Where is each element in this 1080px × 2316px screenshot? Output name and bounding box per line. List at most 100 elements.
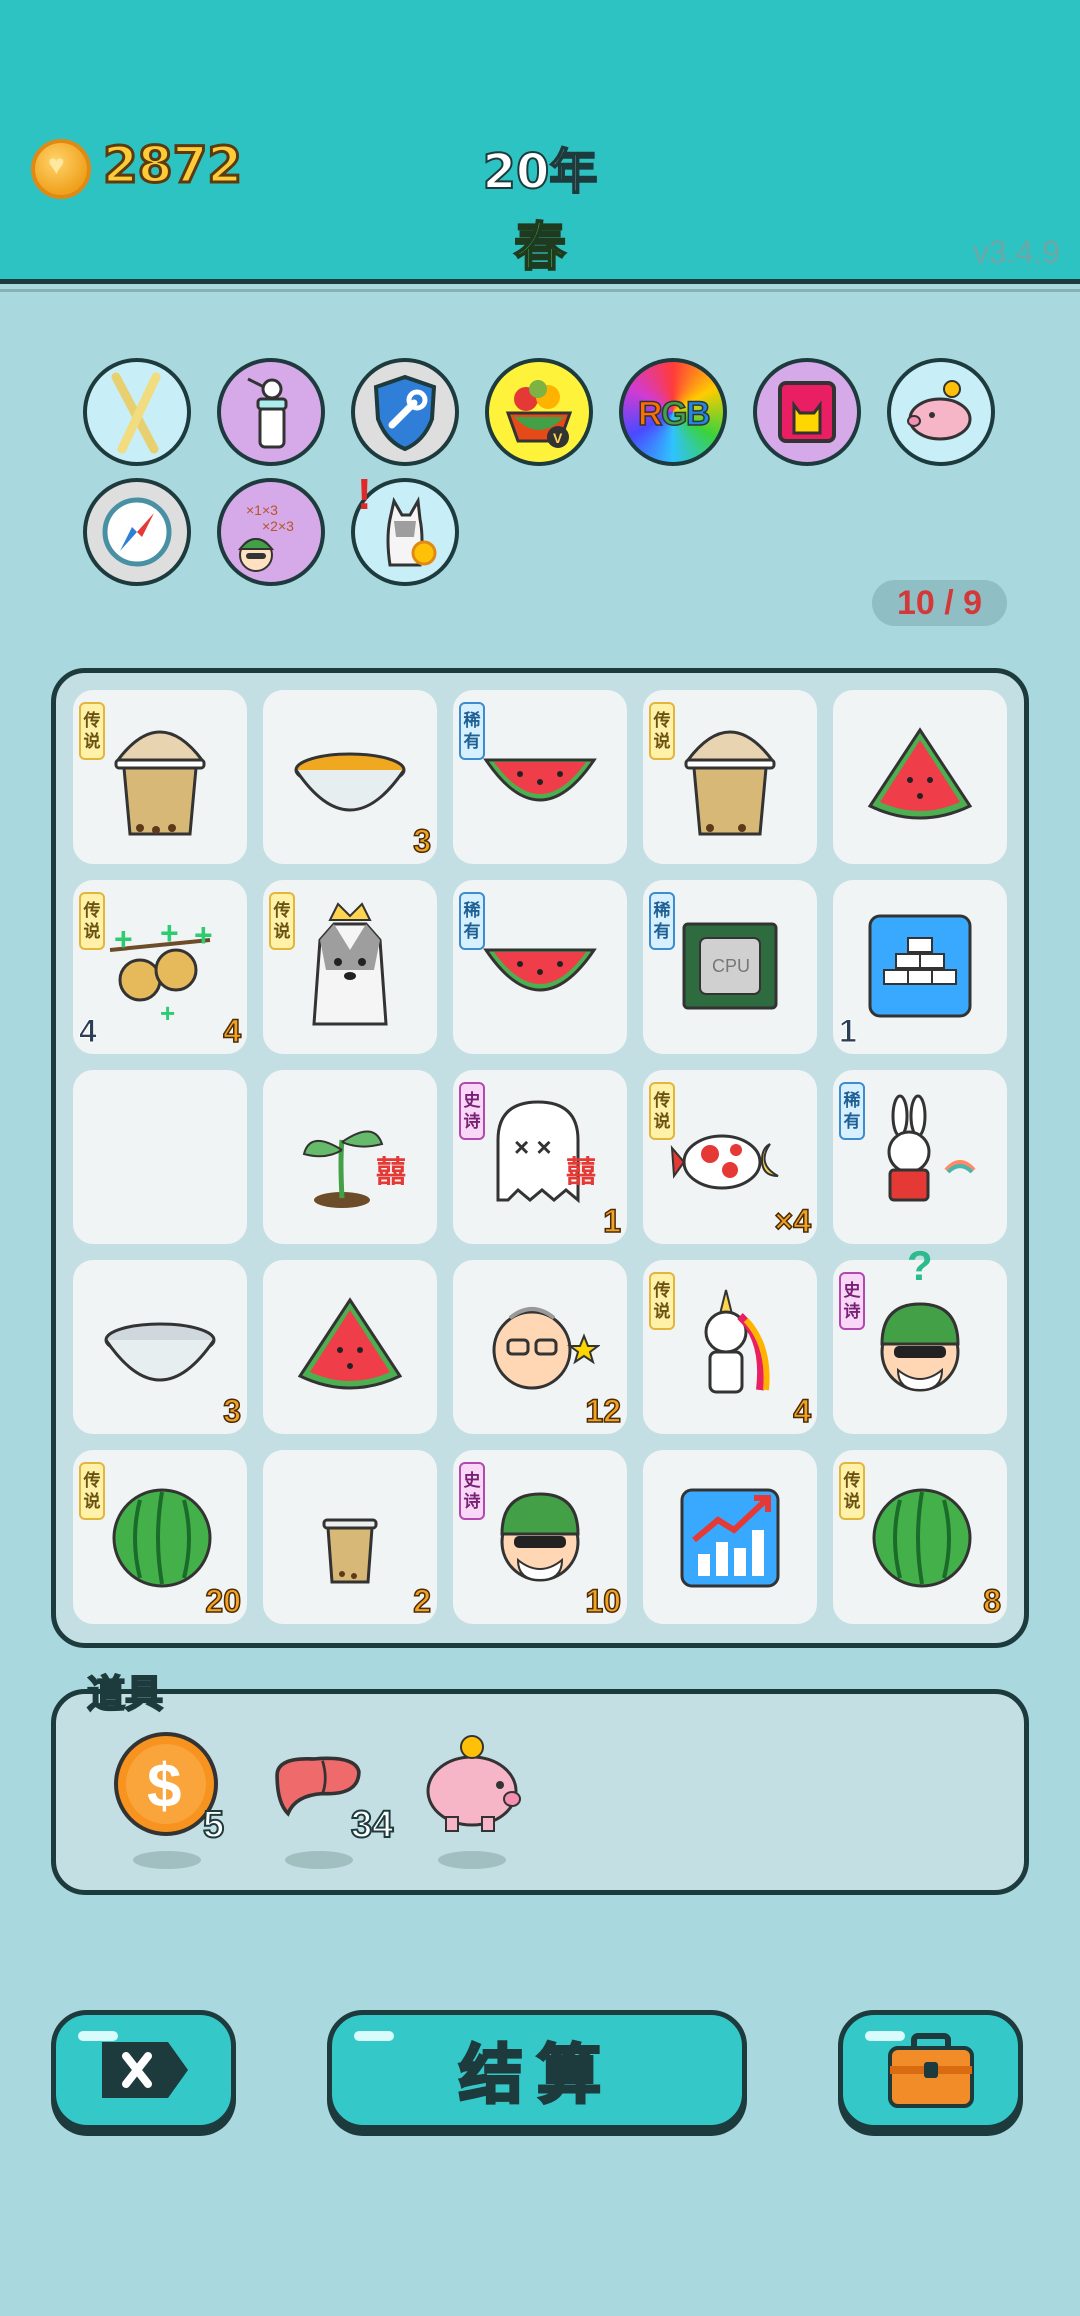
alert-icon: ! (357, 470, 372, 519)
svg-text:G: G (661, 395, 687, 433)
items-title: 道具 (86, 1671, 164, 1717)
item-shadow (438, 1851, 506, 1869)
svg-text:B: B (686, 395, 711, 433)
button-highlight (354, 2031, 394, 2041)
item-count: 12 (585, 1392, 622, 1430)
grid-cell[interactable]: 稀有 (453, 880, 627, 1054)
close-icon (101, 2042, 188, 2098)
svg-text:×1×3: ×1×3 (246, 502, 278, 518)
coin-count: 2872 (101, 135, 243, 196)
growth-chart-icon (680, 1488, 780, 1588)
ghost-icon: × × 囍 (496, 1100, 596, 1204)
husky-king-icon (312, 902, 388, 1026)
item-count: 4 (792, 1392, 811, 1430)
cpu-chip-icon: CPU (682, 922, 778, 1010)
grid-cell[interactable]: 3 (263, 690, 437, 864)
grid-cell[interactable]: 传说 + + + + 4 4 (73, 880, 247, 1054)
grid-cell[interactable]: 囍 (263, 1070, 437, 1244)
item-shadow (285, 1851, 353, 1869)
watermelon-slice-icon (483, 948, 597, 992)
item-count: ×4 (774, 1202, 812, 1240)
grid-cell[interactable]: 2 (263, 1450, 437, 1624)
happy-char: 囍 (376, 1155, 406, 1190)
briefcase-icon (887, 2033, 974, 2108)
grid-cell[interactable]: 12 (453, 1260, 627, 1434)
svg-text:× ×: × × (514, 1132, 552, 1162)
top-bar: 2872 20年 春 v3.4.9 (0, 0, 1080, 284)
grid-cell[interactable]: 传说 ×4 (643, 1070, 817, 1244)
grid-cell[interactable]: 传说 (643, 690, 817, 864)
svg-text:V: V (553, 430, 563, 446)
grid-cell[interactable]: 传说 20 (73, 1450, 247, 1624)
piggy-bank-icon[interactable] (887, 358, 995, 466)
compass-icon[interactable] (83, 478, 191, 586)
grid-cell[interactable]: 史诗 × × 囍 1 (453, 1070, 627, 1244)
happy-char: 囍 (566, 1155, 596, 1190)
chopsticks-icon[interactable] (83, 358, 191, 466)
svg-text:+: + (160, 998, 175, 1028)
question-mark-icon: ? (907, 1242, 933, 1289)
baby-bottle-icon[interactable] (217, 358, 325, 466)
button-highlight (78, 2031, 118, 2041)
grid-cell[interactable]: 稀有 (833, 1070, 1007, 1244)
grid-cell[interactable]: 史诗 10 (453, 1450, 627, 1624)
honey-bowl-icon (294, 752, 406, 812)
whole-watermelon-icon (872, 1488, 972, 1588)
milk-tea-icon (114, 730, 206, 836)
old-man-icon (492, 1307, 600, 1390)
grid-cell[interactable]: 传说 (263, 880, 437, 1054)
watermelon-slice-icon (297, 1297, 403, 1390)
item-shadow (133, 1851, 201, 1869)
milk-tea-icon (684, 730, 776, 836)
grid-cell[interactable]: 传说 8 (833, 1450, 1007, 1624)
watermelon-slice-icon (483, 758, 597, 802)
clover-fruit-icon: + + + + (109, 915, 213, 1028)
version-label: v3.4.9 (972, 234, 1060, 270)
cat-frame-icon[interactable] (753, 358, 861, 466)
grid-cell[interactable]: 3 (73, 1260, 247, 1434)
item-count: 34 (350, 1803, 394, 1847)
unicorn-icon (704, 1289, 770, 1394)
svg-text:+: + (194, 917, 213, 953)
grid-cell[interactable]: 稀有 CPU (643, 880, 817, 1054)
item-count: 10 (585, 1582, 622, 1620)
empty-bowl-icon (104, 1322, 216, 1382)
svg-text:×2×3: ×2×3 (262, 518, 294, 534)
svg-text:CPU: CPU (712, 956, 750, 976)
item-count: 5 (202, 1803, 225, 1847)
item-count: 4 (222, 1012, 241, 1050)
rgb-icon[interactable]: RGB (619, 358, 727, 466)
settle-label: 结算 (458, 2038, 615, 2115)
button-highlight (865, 2031, 905, 2041)
season-label: 春 (513, 217, 567, 279)
grid-cell[interactable]: 1 (833, 880, 1007, 1054)
math-head-icon[interactable]: ×1×3 ×2×3 (217, 478, 325, 586)
header-divider (0, 289, 1080, 292)
item-count: 2 (412, 1582, 431, 1620)
small-tea-icon (322, 1518, 378, 1584)
green-hat-man-icon (880, 1302, 960, 1392)
grid-cell[interactable]: 传说 4 (643, 1260, 817, 1434)
item-count-left: 4 (79, 1013, 98, 1050)
grid-cell[interactable] (643, 1450, 817, 1624)
koi-fish-icon (670, 1134, 779, 1190)
svg-text:R: R (638, 395, 663, 433)
close-button[interactable] (51, 2010, 236, 2130)
grid-cell[interactable]: 传说 (73, 690, 247, 864)
inventory-button[interactable] (838, 2010, 1023, 2130)
grid-cell[interactable] (263, 1260, 437, 1434)
piggy-bank-icon (426, 1735, 521, 1832)
item-count: 1 (602, 1202, 621, 1240)
grid-cell[interactable]: 稀有 (453, 690, 627, 864)
gold-bars-icon (868, 914, 972, 1018)
fruit-basket-icon[interactable]: V (485, 358, 593, 466)
wrench-shield-icon[interactable] (351, 358, 459, 466)
year-label: 20年 (482, 143, 599, 201)
grid-cell-empty[interactable] (73, 1070, 247, 1244)
item-slot[interactable]: 34 (263, 1729, 394, 1869)
settle-button[interactable]: 结算 (327, 2010, 747, 2130)
item-slot[interactable]: $ 5 (111, 1729, 231, 1869)
grid-cell[interactable] (833, 690, 1007, 864)
svg-text:+: + (160, 915, 179, 951)
item-slot[interactable] (416, 1729, 536, 1869)
